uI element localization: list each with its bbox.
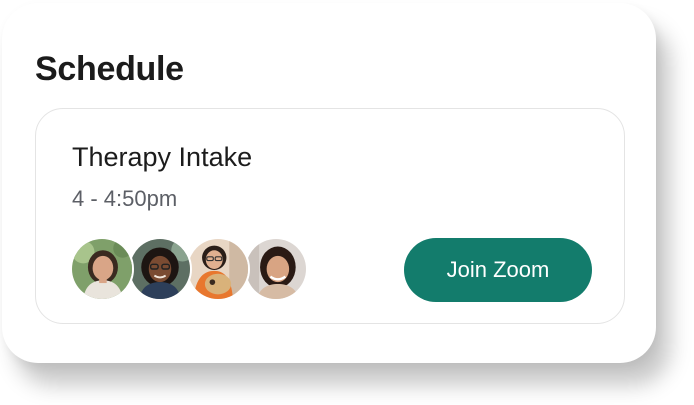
avatar-photo-icon bbox=[246, 239, 306, 299]
event-title: Therapy Intake bbox=[72, 142, 253, 172]
event-time: 4 - 4:50pm bbox=[72, 186, 178, 211]
schedule-widget: Schedule Therapy Intake 4 - 4:50pm Join … bbox=[0, 0, 694, 405]
participant-avatar-4 bbox=[244, 237, 308, 301]
participant-avatar-3 bbox=[186, 237, 250, 301]
join-zoom-button[interactable]: Join Zoom bbox=[404, 238, 592, 302]
avatar-photo-icon bbox=[188, 239, 248, 299]
participant-avatar-1 bbox=[70, 237, 134, 301]
avatar-photo-icon bbox=[72, 239, 132, 299]
event-card[interactable]: Therapy Intake 4 - 4:50pm Join Zoom bbox=[35, 108, 625, 324]
participant-avatar-2 bbox=[128, 237, 192, 301]
avatar-photo-icon bbox=[130, 239, 190, 299]
section-title: Schedule bbox=[35, 50, 184, 88]
schedule-card: Schedule Therapy Intake 4 - 4:50pm Join … bbox=[2, 3, 656, 363]
participant-avatars bbox=[70, 237, 310, 303]
